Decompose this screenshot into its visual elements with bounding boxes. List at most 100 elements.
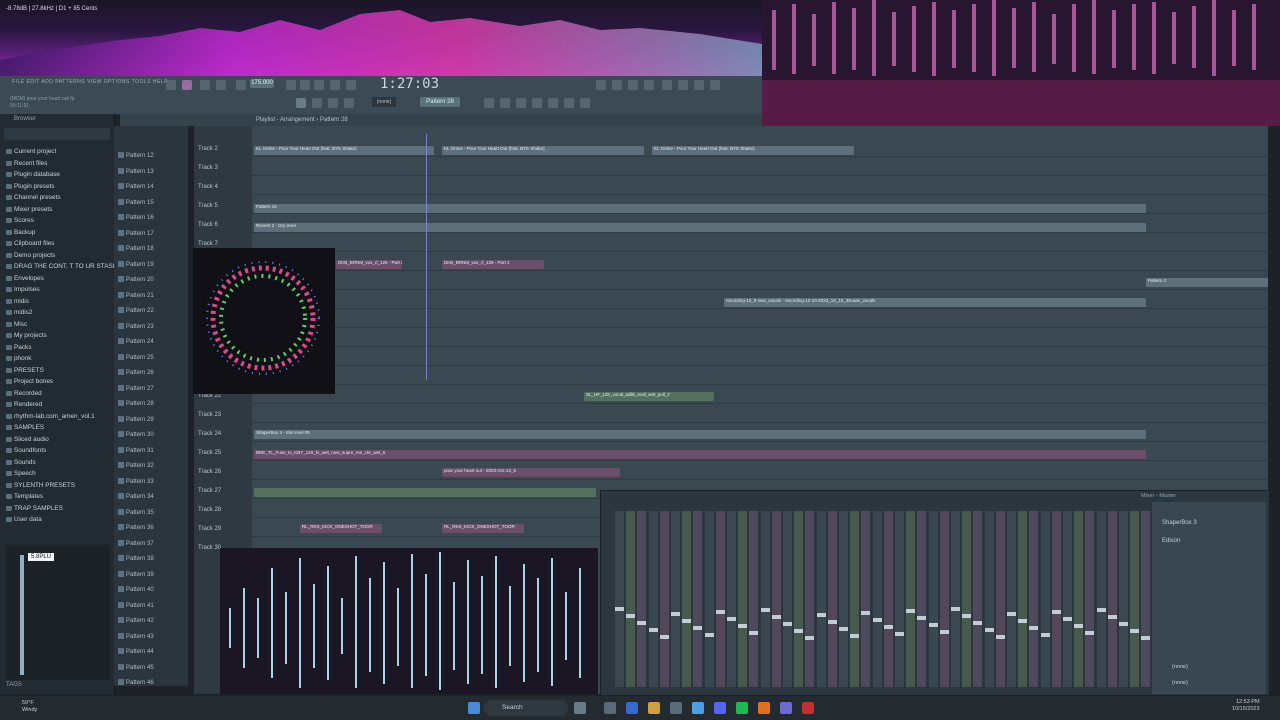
mixer-fader[interactable] (1130, 629, 1140, 633)
mixer-strip[interactable] (1096, 511, 1106, 687)
pattern-item[interactable]: Pattern 24 (118, 336, 184, 348)
track-header[interactable]: Track 3 (198, 165, 218, 171)
mixer-strip[interactable] (615, 511, 624, 687)
mixer-strip[interactable] (883, 511, 893, 687)
mixer-strip[interactable] (659, 511, 669, 687)
folder-icon[interactable] (648, 702, 660, 714)
mixer-strip[interactable] (738, 511, 748, 687)
mixer-fader[interactable] (1096, 608, 1106, 612)
help-icon[interactable] (644, 80, 654, 90)
automation-clip[interactable]: Reverb 2 - Dry level (254, 223, 1146, 232)
pattern-item[interactable]: Pattern 46 (118, 677, 184, 689)
pattern-item[interactable]: Pattern 40 (118, 584, 184, 596)
pause-icon[interactable] (200, 80, 210, 90)
mixer-strip[interactable] (872, 511, 882, 687)
browser-item[interactable]: phonk (6, 355, 31, 362)
browser-item[interactable]: Recorded (6, 390, 42, 397)
browser-item[interactable]: Demo projects (6, 252, 55, 259)
pattern-item[interactable]: Pattern 18 (118, 243, 184, 255)
browser-item[interactable]: DRAG THE CONT. T TO UR STASH (6, 263, 117, 270)
browser-item[interactable]: Plugin database (6, 171, 60, 178)
browser-item[interactable]: Channel presets (6, 194, 61, 201)
track-header[interactable]: Track 30 (198, 545, 221, 551)
mixer-strip[interactable] (1051, 511, 1061, 687)
pattern-item[interactable]: Pattern 17 (118, 228, 184, 240)
mixer-fader[interactable] (939, 630, 949, 634)
browser-item[interactable]: Misc (6, 321, 27, 328)
piano-roll-icon[interactable] (612, 80, 622, 90)
mixer-fader[interactable] (906, 609, 916, 613)
mixer-strip[interactable] (1119, 511, 1128, 687)
pattern-item[interactable]: Pattern 28 (118, 398, 184, 410)
mixer-strip[interactable] (771, 511, 781, 687)
mixer-strip[interactable] (715, 511, 725, 687)
browser-item[interactable]: Sounds (6, 459, 36, 466)
audio-clip[interactable]: SL_HF_12h_vocal_adlib_mall_wet_pull_2 (584, 392, 714, 401)
browser-icon[interactable] (678, 80, 688, 90)
pattern-item[interactable]: Pattern 22 (118, 305, 184, 317)
audio-clip[interactable]: BRE_TL_Fuse_to_KBY_120_fx_wet_now_supre_… (254, 450, 1146, 459)
browser-item[interactable]: Scores (6, 217, 34, 224)
audio-clip[interactable]: RL_RKS_KICK_ONESHOT_TOOR (442, 524, 524, 533)
mixer-strip[interactable] (626, 511, 636, 687)
weather-widget[interactable]: 59°F Windy (22, 700, 37, 714)
pattern-select[interactable]: Pattern 28 (420, 97, 460, 107)
stop-icon[interactable] (216, 80, 226, 90)
pattern-item[interactable]: Pattern 45 (118, 662, 184, 674)
mixer-fader[interactable] (682, 619, 692, 623)
audio-clip[interactable]: recording-12_9 new_vocals - recording-12… (724, 298, 1146, 307)
browser-item[interactable]: SAMPLES (6, 424, 44, 431)
mixer-strip[interactable] (1040, 511, 1050, 687)
mixer-strip[interactable] (760, 511, 770, 687)
pattern-item[interactable]: Pattern 33 (118, 476, 184, 488)
mixer-strip[interactable] (1007, 511, 1016, 687)
mixer-strip[interactable] (850, 511, 860, 687)
mixer-fader[interactable] (749, 631, 759, 635)
browser-item[interactable]: TRAP SAMPLES (6, 505, 63, 512)
audio-clip[interactable] (254, 488, 596, 497)
audio-clip[interactable]: KL Grime - Pour Your Heart Out (feat. BY… (254, 146, 434, 155)
track-header[interactable]: Track 23 (198, 412, 221, 418)
mixer-fader[interactable] (883, 625, 893, 629)
mixer-strip[interactable] (906, 511, 916, 687)
paint-tool-icon[interactable] (328, 98, 338, 108)
track-header[interactable]: Track 26 (198, 469, 221, 475)
mixer-fader[interactable] (1040, 633, 1050, 637)
pattern-item[interactable]: Pattern 25 (118, 352, 184, 364)
browser-item[interactable]: rhythm-lab.com_amen_vol.1 (6, 413, 95, 420)
mixer-fader[interactable] (962, 614, 972, 618)
plug-icon[interactable] (548, 98, 558, 108)
pattern-item[interactable]: Pattern 14 (118, 181, 184, 193)
pattern-item[interactable]: Pattern 38 (118, 553, 184, 565)
track-header[interactable]: Track 27 (198, 488, 221, 494)
mixer-fader[interactable] (850, 634, 860, 638)
folder-icon[interactable] (564, 98, 574, 108)
record-icon[interactable] (182, 80, 192, 90)
mixer-strip[interactable] (805, 511, 815, 687)
piano-icon[interactable] (516, 98, 526, 108)
mixer-strip[interactable] (962, 511, 972, 687)
mixer-strip[interactable] (839, 511, 848, 687)
fx-slot-1[interactable]: ShaperBox 3 (1162, 520, 1197, 526)
mixer-fader[interactable] (626, 614, 636, 618)
mixer-fader[interactable] (839, 627, 848, 631)
app-icon[interactable] (670, 702, 682, 714)
mixer-fader[interactable] (648, 628, 658, 632)
task-view-icon[interactable] (574, 702, 586, 714)
audio-clip[interactable]: DKB_BRNM_vox_rl_125 - Part 2 (336, 260, 402, 269)
mixer-fader[interactable] (805, 636, 815, 640)
audio-clip[interactable]: KL Grime - Pour Your Heart Out (feat. BY… (442, 146, 644, 155)
wait-icon[interactable] (300, 80, 310, 90)
mixer-fader[interactable] (861, 611, 871, 615)
song-position[interactable]: 1:27:03 (380, 76, 439, 92)
mixer-fader[interactable] (872, 618, 882, 622)
punch-icon[interactable] (346, 80, 356, 90)
pattern-item[interactable]: Pattern 15 (118, 197, 184, 209)
browser-item[interactable]: PRESETS (6, 367, 44, 374)
mixer-strip[interactable] (861, 511, 871, 687)
track-header[interactable]: Track 25 (198, 450, 221, 456)
plugin-picker-icon[interactable] (694, 80, 704, 90)
track-header[interactable]: Track 29 (198, 526, 221, 532)
mixer-strip[interactable] (749, 511, 759, 687)
pattern-item[interactable]: Pattern 26 (118, 367, 184, 379)
